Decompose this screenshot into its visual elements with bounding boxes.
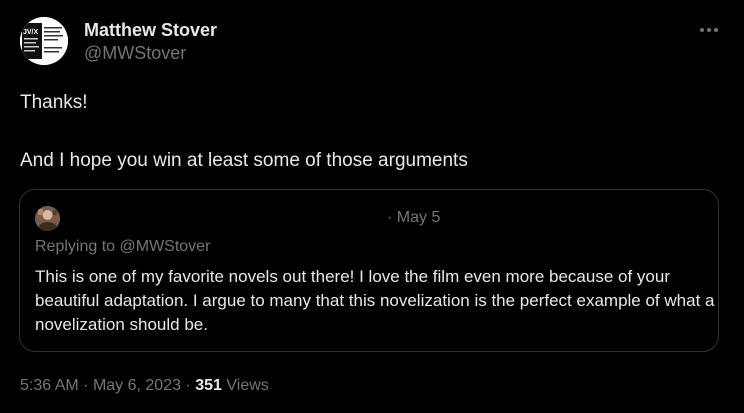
meta-separator: · [185, 377, 191, 394]
views-label: Views [226, 377, 269, 394]
more-options-button[interactable] [698, 20, 720, 40]
quoted-user-avatar[interactable] [35, 206, 60, 231]
tweet: JV/X Matthew Stover @MWStover Thanks! An… [0, 0, 744, 413]
tweet-date[interactable]: May 6, 2023 [93, 377, 181, 394]
author-avatar[interactable]: JV/X [20, 17, 68, 65]
tweet-text-line: And I hope you win at least some of thos… [20, 150, 468, 171]
avatar-cover-title: JV/X [23, 29, 39, 36]
quoted-tweet[interactable]: · May 5 Replying to @MWStover This is on… [19, 189, 719, 352]
book-cover-avatar-icon: JV/X [20, 17, 68, 65]
tweet-text: Thanks! And I hope you win at least some… [20, 88, 720, 175]
user-avatar-icon [35, 206, 60, 231]
more-options-icon [700, 28, 718, 32]
quoted-tweet-text: This is one of my favorite novels out th… [35, 267, 715, 334]
author-info: Matthew Stover @MWStover [84, 19, 217, 65]
quoted-tweet-date[interactable]: · May 5 [387, 208, 440, 228]
meta-separator: · [83, 377, 89, 394]
tweet-text-line: Thanks! [20, 92, 88, 113]
tweet-time[interactable]: 5:36 AM [20, 377, 79, 394]
replying-to: Replying to @MWStover [35, 238, 211, 255]
tweet-meta: 5:36 AM · May 6, 2023 · 351 Views [20, 376, 269, 396]
author-display-name[interactable]: Matthew Stover [84, 19, 217, 41]
views-count: 351 [195, 377, 222, 394]
author-handle[interactable]: @MWStover [84, 41, 217, 65]
